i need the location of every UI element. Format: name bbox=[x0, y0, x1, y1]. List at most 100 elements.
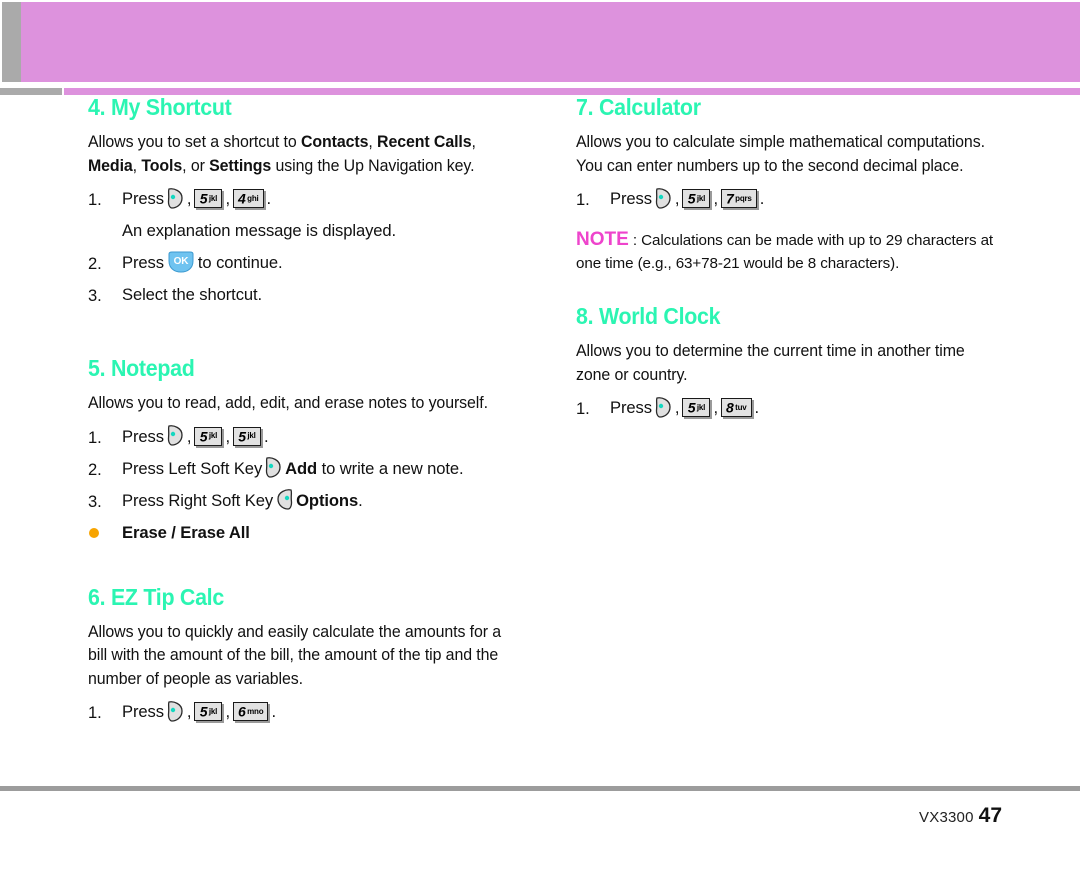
world-clock-step-1-number: 1. bbox=[576, 399, 590, 418]
my-shortcut-intro: Allows you to set a shortcut to Contacts… bbox=[88, 130, 510, 177]
my-shortcut-intro-text-c: , bbox=[368, 132, 378, 151]
ez-tip-calc-step-1-comma-1: , bbox=[186, 702, 192, 721]
my-shortcut-step-3-text: Select the shortcut. bbox=[122, 285, 263, 304]
my-shortcut-bold-contacts: Contacts bbox=[300, 132, 369, 151]
keycap-5-jkl-second: 5 jkl bbox=[232, 426, 261, 446]
my-shortcut-step-2-press: Press bbox=[122, 253, 164, 272]
keycap-8-tuv: 8 tuv bbox=[720, 398, 752, 417]
my-shortcut-step-1-press: Press bbox=[122, 189, 164, 208]
right-soft-key-icon bbox=[275, 488, 294, 510]
notepad-step-3: 3. Press Right Soft Key Options. bbox=[88, 489, 528, 512]
keycap-5-jkl: 5 jkl bbox=[682, 398, 711, 417]
keycap-5-letters: jkl bbox=[696, 193, 706, 203]
keycap-5-digit: 5 bbox=[687, 399, 696, 416]
calculator-step-1-comma-1: , bbox=[674, 189, 680, 208]
notepad-step-1: 1. Press , 5 jkl , 5 jkl . bbox=[88, 425, 528, 448]
footer-text-group: VX3300 47 bbox=[919, 804, 1002, 828]
my-shortcut-step-1-period: . bbox=[266, 189, 272, 208]
world-clock-step-1-comma-1: , bbox=[674, 398, 680, 417]
section-ez-tip-calc: 6. EZ Tip Calc Allows you to quickly and… bbox=[88, 583, 528, 724]
my-shortcut-intro-text-a: Allows you to set a shortcut to bbox=[88, 132, 301, 151]
calculator-step-1-comma-2: , bbox=[713, 189, 718, 208]
left-soft-key-icon bbox=[654, 187, 673, 209]
keycap-5-digit-second: 5 bbox=[238, 428, 246, 445]
notepad-step-1-comma-1: , bbox=[186, 426, 192, 446]
section-world-clock: 8. World Clock Allows you to determine t… bbox=[576, 305, 1016, 419]
my-shortcut-bold-media: Media bbox=[88, 155, 133, 175]
section-heading-world-clock: 8. World Clock bbox=[576, 303, 721, 329]
notepad-intro: Allows you to read, add, edit, and erase… bbox=[88, 393, 488, 412]
my-shortcut-step-1: 1. Press , 5 jkl , 4 ghi . bbox=[88, 187, 528, 210]
notepad-step-1-press: Press bbox=[122, 426, 164, 446]
calculator-step-1: 1. Press , 5 jkl , 7 pqrs . bbox=[576, 187, 1016, 210]
header-side-tab bbox=[2, 2, 22, 82]
notepad-bullet-erase: Erase / Erase All bbox=[88, 521, 528, 544]
keycap-7-digit: 7 bbox=[725, 190, 734, 207]
section-heading-my-shortcut: 4. My Shortcut bbox=[88, 94, 232, 120]
notepad-step-1-comma-2: , bbox=[225, 426, 230, 446]
my-shortcut-bold-recent-calls: Recent Calls bbox=[377, 132, 472, 151]
keycap-7-letters: pqrs bbox=[735, 193, 752, 203]
left-soft-key-icon bbox=[166, 700, 185, 722]
keycap-8-letters: tuv bbox=[735, 402, 747, 412]
notepad-step-1-number: 1. bbox=[88, 427, 102, 447]
notepad-step-2-tail: to write a new note. bbox=[321, 458, 464, 478]
my-shortcut-step-2: 2. Press OK to continue. bbox=[88, 251, 528, 274]
world-clock-step-1: 1. Press , 5 jkl , 8 tuv . bbox=[576, 396, 1016, 419]
keycap-5-letters-second: jkl bbox=[247, 431, 256, 441]
right-column: 7. Calculator Allows you to calculate si… bbox=[576, 96, 1016, 428]
my-shortcut-step-1-comma-2: , bbox=[225, 189, 230, 208]
bullet-dot-icon bbox=[89, 527, 99, 538]
keycap-8-digit: 8 bbox=[725, 399, 734, 416]
ez-tip-calc-step-1: 1. Press , 5 jkl , 6 mno . bbox=[88, 700, 528, 723]
keycap-5-digit: 5 bbox=[687, 190, 696, 207]
header-rule-side-tab bbox=[0, 88, 62, 95]
keycap-5-letters: jkl bbox=[208, 193, 218, 203]
keycap-5-letters: jkl bbox=[208, 431, 218, 441]
notepad-step-2-lead: Press Left Soft Key bbox=[122, 458, 263, 478]
svg-text:OK: OK bbox=[174, 256, 190, 267]
note-label: NOTE bbox=[576, 229, 629, 250]
section-heading-ez-tip-calc: 6. EZ Tip Calc bbox=[88, 583, 224, 610]
keycap-7-pqrs: 7 pqrs bbox=[720, 189, 757, 208]
my-shortcut-step-3: 3. Select the shortcut. bbox=[88, 283, 528, 306]
calculator-step-1-period: . bbox=[759, 189, 765, 208]
keycap-4-ghi: 4 ghi bbox=[232, 189, 264, 208]
notepad-bullet-label: Erase / Erase All bbox=[122, 522, 250, 542]
keycap-5-jkl: 5 jkl bbox=[194, 189, 223, 208]
note-text: : Calculations can be made with up to 29… bbox=[576, 232, 994, 272]
section-heading-notepad: 5. Notepad bbox=[88, 355, 195, 381]
ez-tip-calc-step-1-number: 1. bbox=[88, 703, 102, 722]
world-clock-step-1-comma-2: , bbox=[713, 398, 718, 417]
keycap-6-mno: 6 mno bbox=[232, 702, 269, 721]
left-soft-key-icon bbox=[166, 187, 185, 209]
keycap-5-digit: 5 bbox=[199, 428, 208, 445]
notepad-step-3-bold: Options bbox=[296, 490, 359, 510]
notepad-step-2-bold: Add bbox=[285, 458, 318, 478]
section-my-shortcut: 4. My Shortcut Allows you to set a short… bbox=[88, 96, 528, 306]
world-clock-step-1-period: . bbox=[754, 398, 760, 417]
header-color-band bbox=[21, 2, 1080, 82]
ok-key-icon: OK bbox=[167, 251, 195, 273]
my-shortcut-step-3-number: 3. bbox=[88, 286, 102, 305]
keycap-5-jkl: 5 jkl bbox=[194, 426, 223, 446]
my-shortcut-intro-text-g: using the Up Navigation key. bbox=[271, 155, 475, 175]
my-shortcut-intro-text-e: , bbox=[132, 155, 142, 175]
left-column: 4. My Shortcut Allows you to set a short… bbox=[88, 96, 528, 732]
calculator-note: NOTE : Calculations can be made with up … bbox=[576, 228, 1016, 275]
world-clock-intro: Allows you to determine the current time… bbox=[576, 341, 965, 384]
keycap-5-letters: jkl bbox=[696, 402, 706, 412]
my-shortcut-intro-text-f: , or bbox=[182, 155, 210, 175]
ez-tip-calc-step-1-comma-2: , bbox=[225, 702, 230, 721]
page-content: 4. My Shortcut Allows you to set a short… bbox=[0, 96, 1080, 786]
keycap-5-letters: jkl bbox=[208, 706, 218, 716]
my-shortcut-bold-tools: Tools bbox=[141, 155, 183, 175]
keycap-5-jkl: 5 jkl bbox=[194, 702, 223, 721]
keycap-6-digit: 6 bbox=[237, 703, 246, 720]
ez-tip-calc-intro: Allows you to quickly and easily calcula… bbox=[88, 621, 502, 688]
my-shortcut-step-1-comma-1: , bbox=[186, 189, 192, 208]
my-shortcut-step-2-tail: to continue. bbox=[197, 253, 283, 272]
my-shortcut-intro-text-d: , bbox=[471, 132, 476, 151]
keycap-4-letters: ghi bbox=[247, 193, 259, 203]
left-soft-key-icon bbox=[264, 456, 283, 478]
